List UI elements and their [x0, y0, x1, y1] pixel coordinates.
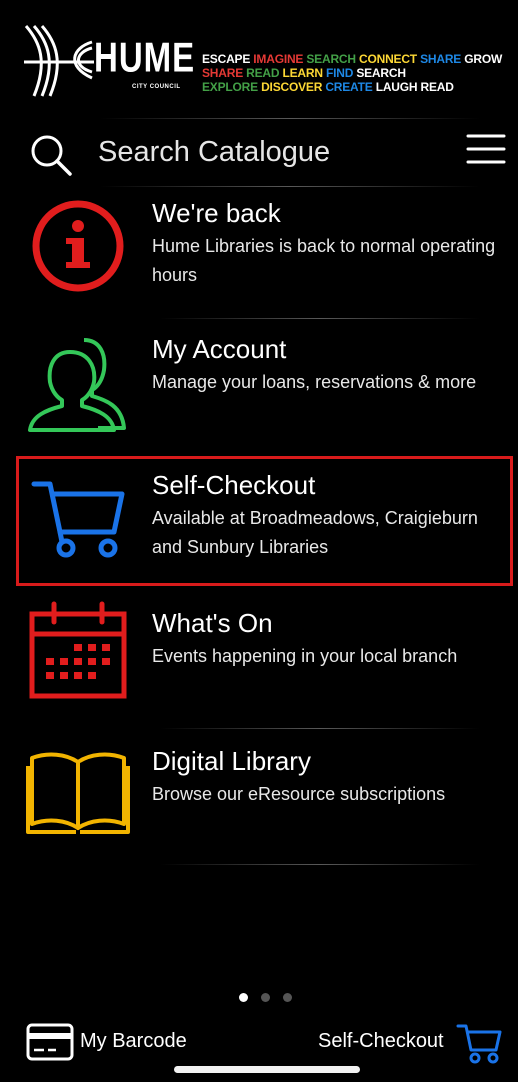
- hume-logo-icon: [24, 25, 94, 97]
- logo-name: HUME: [94, 34, 196, 81]
- banner-word: SEARCH: [306, 52, 356, 66]
- search-icon[interactable]: [30, 134, 72, 176]
- word-banner: ESCAPE IMAGINE SEARCH CONNECT SHARE GROW…: [202, 52, 508, 94]
- banner-word: LAUGH: [375, 80, 418, 94]
- banner-word: CREATE: [325, 80, 373, 94]
- header: HUME CITY COUNCIL ESCAPE IMAGINE SEARCH …: [22, 22, 506, 100]
- page-indicator[interactable]: [239, 993, 299, 1005]
- barcode-card-icon: [26, 1023, 74, 1061]
- list-item-were-back[interactable]: We're back Hume Libraries is back to nor…: [18, 190, 516, 310]
- my-barcode-button[interactable]: My Barcode: [26, 1020, 226, 1064]
- item-title: My Account: [152, 334, 287, 364]
- item-title: Self-Checkout: [152, 470, 316, 500]
- banner-word: ESCAPE: [202, 52, 251, 66]
- book-icon: [26, 752, 130, 834]
- banner-word: READ: [420, 80, 454, 94]
- divider: [160, 318, 480, 319]
- info-icon: [32, 200, 124, 292]
- item-title: What's On: [152, 608, 273, 638]
- banner-word: FIND: [325, 66, 354, 80]
- banner-word: READ: [246, 66, 280, 80]
- banner-line: ESCAPE IMAGINE SEARCH CONNECT SHARE GROW: [202, 52, 508, 66]
- item-title: Digital Library: [152, 746, 311, 776]
- banner-word: IMAGINE: [253, 52, 304, 66]
- divider: [160, 864, 480, 865]
- self-checkout-button[interactable]: Self-Checkout: [310, 1018, 510, 1066]
- list-item-my-account[interactable]: My Account Manage your loans, reservatio…: [18, 326, 516, 446]
- self-checkout-label: Self-Checkout: [318, 1030, 444, 1052]
- banner-word: EXPLORE: [202, 80, 258, 94]
- item-description: Browse our eResource subscriptions: [152, 784, 446, 804]
- item-description: Events happening in your local branch: [152, 646, 458, 666]
- hamburger-menu-icon[interactable]: [466, 132, 506, 166]
- banner-word: CONNECT: [359, 52, 417, 66]
- divider: [100, 118, 480, 119]
- banner-word: SEARCH: [356, 66, 406, 80]
- calendar-icon: [29, 601, 127, 699]
- list-item-self-checkout[interactable]: Self-Checkout Available at Broadmeadows,…: [18, 462, 516, 582]
- page-dot-active[interactable]: [239, 993, 248, 1002]
- page-dot[interactable]: [261, 993, 270, 1002]
- banner-line: SHARE READ LEARN FIND SEARCH: [202, 66, 508, 80]
- item-description: Available at Broadmeadows, Craigieburn a…: [152, 508, 478, 557]
- banner-word: DISCOVER: [261, 80, 323, 94]
- people-icon: [28, 338, 126, 432]
- list-item-whats-on[interactable]: What's On Events happening in your local…: [18, 600, 516, 720]
- list-item-digital-library[interactable]: Digital Library Browse our eResource sub…: [18, 738, 516, 858]
- divider: [100, 186, 480, 187]
- banner-word: SHARE: [202, 66, 244, 80]
- page-dot[interactable]: [283, 993, 292, 1002]
- banner-word: SHARE: [420, 52, 462, 66]
- item-title: We're back: [152, 198, 281, 228]
- divider: [160, 728, 480, 729]
- item-description: Manage your loans, reservations & more: [152, 372, 477, 392]
- my-barcode-label: My Barcode: [80, 1030, 187, 1052]
- search-input[interactable]: Search Catalogue: [98, 136, 330, 169]
- item-description: Hume Libraries is back to normal operati…: [152, 236, 496, 285]
- banner-word: LEARN: [282, 66, 324, 80]
- home-indicator[interactable]: [174, 1066, 360, 1073]
- app-screen: HUME CITY COUNCIL ESCAPE IMAGINE SEARCH …: [0, 0, 518, 1082]
- cart-icon: [456, 1024, 502, 1064]
- banner-line: EXPLORE DISCOVER CREATE LAUGH READ: [202, 80, 508, 94]
- cart-icon: [31, 481, 125, 558]
- banner-word: GROW: [464, 52, 503, 66]
- logo-subtitle: CITY COUNCIL: [132, 84, 181, 90]
- search-bar[interactable]: Search Catalogue: [22, 124, 506, 182]
